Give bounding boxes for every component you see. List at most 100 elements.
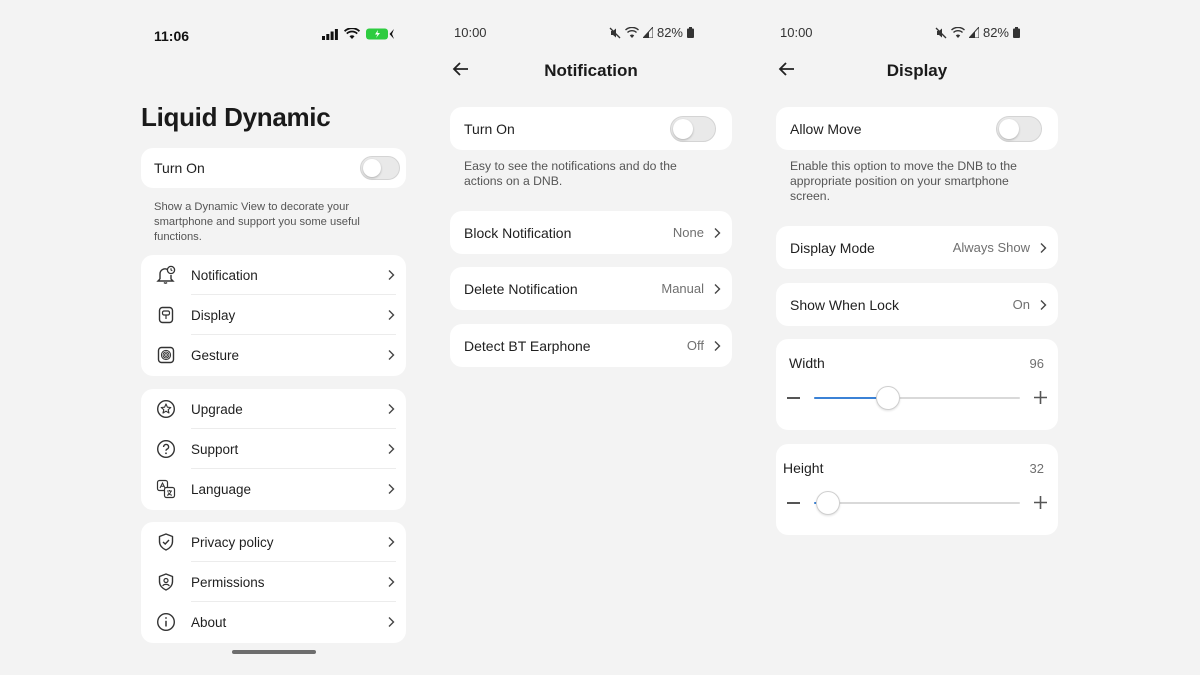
menu-item-display[interactable]: Display — [141, 295, 406, 335]
show-when-lock-row[interactable]: Show When Lock On — [776, 283, 1058, 326]
width-slider-thumb[interactable] — [876, 386, 901, 410]
cellular-signal-icon — [322, 28, 338, 40]
chevron-right-icon — [1040, 299, 1047, 310]
turn-on-row[interactable]: Turn On — [141, 148, 406, 188]
status-time: 10:00 — [454, 25, 487, 40]
mute-icon — [935, 27, 947, 38]
menu-item-support[interactable]: Support — [141, 429, 406, 469]
nav-bar: Notification — [450, 58, 732, 84]
row-value: Always Show — [952, 240, 1030, 255]
wifi-call-icon — [624, 26, 639, 38]
allow-move-label: Allow Move — [790, 120, 862, 137]
height-value: 32 — [1029, 461, 1044, 476]
app-description: Show a Dynamic View to decorate your sma… — [154, 201, 360, 243]
detect-bt-earphone-row[interactable]: Detect BT Earphone Off — [450, 324, 732, 367]
row-label: Delete Notification — [464, 280, 578, 297]
turn-on-toggle[interactable] — [360, 156, 400, 180]
height-decrease-button[interactable] — [787, 502, 800, 504]
row-label: Show When Lock — [790, 296, 899, 313]
height-label: Height — [783, 460, 824, 476]
menu-item-permissions[interactable]: Permissions — [141, 562, 406, 602]
chevron-right-icon — [388, 484, 395, 494]
menu-item-upgrade[interactable]: Upgrade — [141, 389, 406, 429]
toggle-knob — [999, 118, 1019, 139]
allow-move-toggle[interactable] — [996, 115, 1042, 142]
chevron-right-icon — [388, 310, 395, 320]
menu-item-label: Permissions — [191, 574, 265, 590]
menu-item-privacy-policy[interactable]: Privacy policy — [141, 522, 406, 562]
home-indicator[interactable] — [232, 650, 316, 654]
page-title: Notification — [544, 61, 638, 80]
menu-item-notification[interactable]: Notification — [141, 255, 406, 295]
menu-item-about[interactable]: About — [141, 602, 406, 642]
turn-on-card: Turn On — [450, 107, 732, 150]
question-icon — [156, 439, 176, 459]
row-label: Display Mode — [790, 239, 875, 256]
height-slider-card: Height 32 — [776, 444, 1058, 535]
block-notification-card: Block Notification None — [450, 211, 732, 254]
show-when-lock-card: Show When Lock On — [776, 283, 1058, 326]
row-value: None — [672, 225, 704, 240]
menu-item-label: Display — [191, 307, 236, 323]
status-bar: 10:00 82% — [450, 25, 732, 45]
row-label: Block Notification — [464, 224, 572, 241]
menu-item-label: Support — [191, 441, 239, 457]
legal-card: Privacy policy Permissions About — [141, 522, 406, 643]
turn-on-label: Turn On — [154, 160, 205, 176]
turn-on-label: Turn On — [464, 120, 515, 137]
chevron-right-icon — [714, 283, 721, 294]
nav-bar: Display — [776, 58, 1058, 84]
menu-item-gesture[interactable]: Gesture — [141, 335, 406, 375]
battery-percent: 82% — [656, 25, 683, 40]
block-notification-row[interactable]: Block Notification None — [450, 211, 732, 254]
height-slider-thumb[interactable] — [816, 491, 841, 515]
status-time: 11:06 — [154, 28, 190, 44]
display-mode-card: Display Mode Always Show — [776, 226, 1058, 269]
bell-clock-icon — [156, 265, 176, 284]
main-screen: 11:06 Liquid Dynamic Turn On Show a Dyna… — [141, 0, 406, 675]
turn-on-card: Turn On — [141, 148, 406, 188]
chevron-right-icon — [388, 577, 395, 587]
battery-icon — [1013, 27, 1020, 38]
toggle-knob — [673, 118, 693, 139]
battery-percent: 82% — [982, 25, 1009, 40]
chevron-right-icon — [388, 617, 395, 627]
width-slider-track[interactable] — [814, 386, 1020, 410]
toggle-knob — [363, 159, 381, 177]
width-decrease-button[interactable] — [787, 397, 800, 399]
delete-notification-row[interactable]: Delete Notification Manual — [450, 267, 732, 310]
display-mode-row[interactable]: Display Mode Always Show — [776, 226, 1058, 269]
mute-icon — [609, 27, 621, 38]
wifi-icon — [344, 28, 360, 39]
app-title: Liquid Dynamic — [141, 102, 331, 132]
cellular-signal-icon — [968, 27, 979, 38]
menu-item-label: Language — [191, 481, 252, 497]
turn-on-toggle[interactable] — [670, 115, 716, 142]
detect-bt-earphone-card: Detect BT Earphone Off — [450, 324, 732, 367]
width-value: 96 — [1029, 356, 1044, 371]
notification-description: Easy to see the notifications and do the… — [464, 159, 677, 188]
battery-icon — [687, 27, 694, 38]
menu-item-label: Notification — [191, 267, 258, 283]
battery-charging-icon — [366, 28, 394, 40]
row-value: Manual — [661, 281, 704, 296]
chevron-right-icon — [388, 350, 395, 360]
menu-item-language[interactable]: Language — [141, 469, 406, 509]
cellular-signal-icon — [642, 27, 653, 38]
shield-check-icon — [158, 533, 174, 551]
height-slider-track[interactable] — [814, 491, 1020, 515]
width-slider-card: Width 96 — [776, 339, 1058, 430]
chevron-right-icon — [714, 340, 721, 351]
display-icon — [158, 306, 174, 324]
status-time: 10:00 — [780, 25, 813, 40]
height-increase-button[interactable] — [1034, 496, 1047, 509]
chevron-right-icon — [388, 537, 395, 547]
chevron-right-icon — [714, 227, 721, 238]
status-bar: 11:06 — [141, 25, 406, 45]
menu-item-label: Upgrade — [191, 401, 243, 417]
menu-item-label: Gesture — [191, 347, 240, 363]
allow-move-row[interactable]: Allow Move — [776, 107, 1058, 150]
width-increase-button[interactable] — [1034, 391, 1047, 404]
allow-move-description: Enable this option to move the DNB to th… — [790, 159, 1017, 203]
turn-on-row[interactable]: Turn On — [450, 107, 732, 150]
